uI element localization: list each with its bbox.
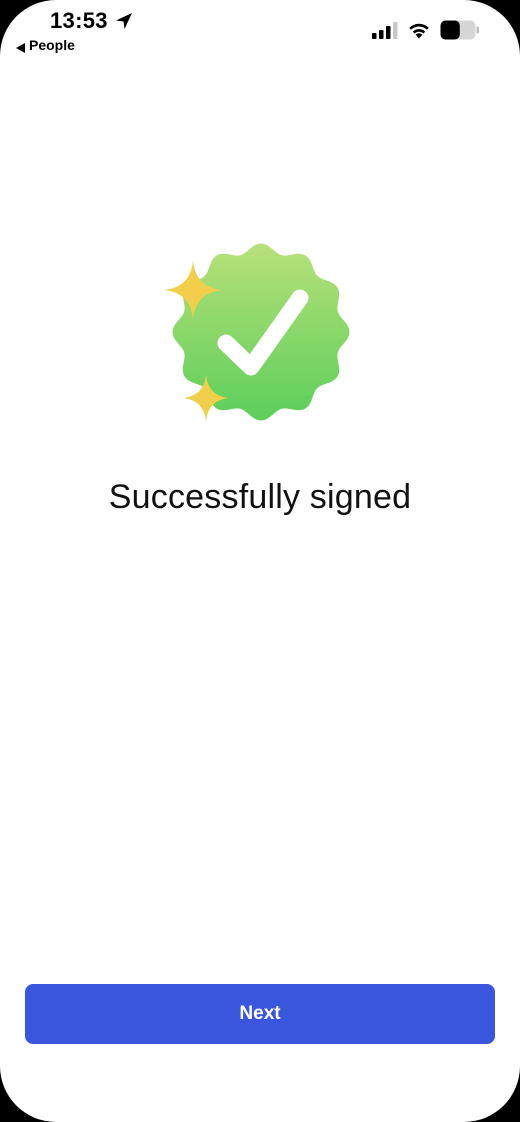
back-triangle-icon bbox=[16, 40, 25, 53]
next-button[interactable]: Next bbox=[25, 984, 495, 1044]
next-button-label: Next bbox=[239, 1003, 281, 1024]
status-indicators bbox=[372, 20, 480, 45]
wifi-icon bbox=[407, 21, 431, 44]
battery-icon bbox=[440, 20, 480, 45]
app-screen: 13:53 People Successfully signed Next bbox=[0, 0, 520, 1122]
page-title: Successfully signed bbox=[108, 478, 412, 516]
status-time: 13:53 bbox=[50, 8, 134, 34]
location-arrow-icon bbox=[114, 11, 134, 31]
cellular-signal-icon bbox=[372, 21, 398, 44]
back-to-people-link[interactable]: People bbox=[16, 37, 75, 53]
success-badge bbox=[160, 240, 360, 440]
back-link-label: People bbox=[29, 37, 75, 53]
status-time-label: 13:53 bbox=[50, 8, 108, 33]
